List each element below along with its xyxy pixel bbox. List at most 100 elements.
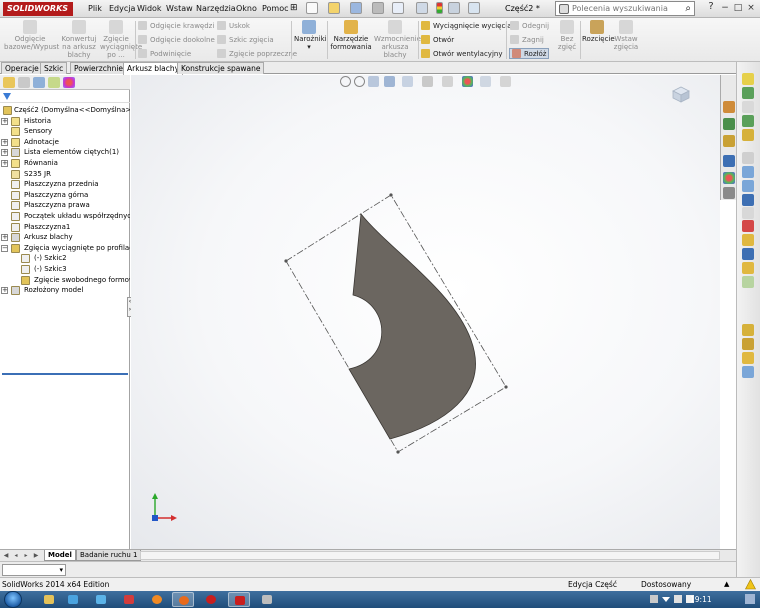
tree-item[interactable]: Płaszczyzna1 — [0, 222, 130, 233]
jog-button[interactable]: Uskok — [217, 21, 250, 30]
flattened-sheet-metal-part[interactable] — [348, 212, 476, 440]
hole-button[interactable]: Otwór — [421, 35, 454, 44]
select-icon[interactable] — [416, 2, 428, 14]
smart-dimension-icon[interactable] — [742, 194, 754, 206]
tree-item[interactable]: S235 JR — [0, 169, 130, 180]
tree-item[interactable]: (-) Szkic3 — [0, 264, 130, 275]
taskbar-firefox[interactable] — [172, 592, 194, 607]
taskbar-explorer[interactable] — [38, 592, 60, 607]
tree-item[interactable]: − Zgięcia wyciągnięte po profilach1 — [0, 243, 130, 254]
vent-button[interactable]: Otwór wentylacyjny — [421, 49, 502, 58]
hem-button[interactable]: Podwinięcie — [138, 49, 191, 58]
taskbar-app3[interactable] — [90, 592, 112, 607]
status-units[interactable]: Dostosowany — [641, 578, 691, 591]
maximize-button[interactable]: □ — [731, 2, 745, 15]
tab-model[interactable]: Model — [44, 550, 76, 561]
layers-icon[interactable] — [742, 262, 754, 274]
tree-item[interactable]: Płaszczyzna przednia — [0, 179, 130, 190]
search-icon[interactable]: ⌕ — [685, 3, 691, 14]
taskbar-app5[interactable] — [146, 592, 168, 607]
tree-item[interactable]: + Równania — [0, 158, 130, 169]
rip-button[interactable]: Rozcięcie — [582, 20, 615, 43]
tray-app-icon[interactable] — [650, 595, 658, 603]
appearances-icon[interactable] — [723, 172, 735, 184]
options-icon[interactable] — [468, 2, 480, 14]
rollback-bar[interactable] — [2, 373, 128, 375]
property-manager-tab-icon[interactable] — [18, 77, 30, 88]
help-icon[interactable]: ? — [704, 1, 718, 14]
tree-root-part[interactable]: Część2 (Domyślna<<Domyślna>_Sta — [0, 105, 130, 116]
tree-expander-icon[interactable]: + — [1, 160, 8, 167]
last-tab-arrow-icon[interactable]: ▶ — [32, 551, 40, 560]
design-library-icon[interactable] — [723, 118, 735, 130]
rebuild-warning-icon[interactable] — [745, 579, 756, 590]
solidworks-logo[interactable]: SOLIDWORKS — [3, 2, 74, 16]
tree-item[interactable]: Sensory — [0, 126, 130, 137]
tree-expander-icon[interactable]: + — [1, 138, 8, 146]
sketched-bend-button[interactable]: Szkic zgięcia — [217, 35, 274, 44]
centerline-icon[interactable] — [742, 115, 754, 127]
menu-widok[interactable]: Widok — [137, 4, 162, 13]
network-tray-icon[interactable] — [674, 595, 682, 603]
search-scope-icon[interactable] — [559, 4, 569, 14]
view-palette-icon[interactable] — [723, 155, 735, 167]
folder-icon[interactable] — [742, 338, 754, 350]
configuration-manager-tab-icon[interactable] — [33, 77, 45, 88]
save-icon[interactable] — [350, 2, 362, 14]
taskbar-network[interactable] — [62, 592, 84, 607]
extruded-cut-button[interactable]: Wyciągnięcie wycięcia — [421, 21, 512, 30]
check-icon[interactable] — [742, 234, 754, 246]
tray-expand-icon[interactable] — [662, 597, 670, 602]
note-icon[interactable] — [742, 352, 754, 364]
menu-plik[interactable]: Plik — [88, 4, 102, 13]
display-manager-tab-icon[interactable] — [63, 77, 75, 88]
no-bends-button[interactable]: Bez zgięć — [556, 20, 578, 51]
tree-item[interactable]: + Lista elementów ciętych(1) — [0, 147, 130, 158]
print-icon[interactable] — [372, 2, 384, 14]
move-icon[interactable] — [742, 276, 754, 288]
search-box[interactable]: ⌕ — [555, 1, 695, 16]
fold-button[interactable]: Zagnij — [510, 35, 544, 44]
taskbar-app4[interactable] — [118, 592, 140, 607]
taskbar-app9[interactable] — [256, 592, 278, 607]
relations-icon[interactable] — [742, 207, 754, 219]
lofted-bend-button[interactable]: Zgięcie wyciągnięte po ... — [100, 20, 142, 59]
tree-expander-icon[interactable]: + — [1, 287, 8, 295]
tab-motion-study[interactable]: Badanie ruchu 1 — [76, 550, 142, 561]
tab-powierzchnie[interactable]: Powierzchnie — [70, 62, 128, 74]
tree-expander-icon[interactable]: + — [1, 149, 8, 157]
tree-expander-icon[interactable]: + — [1, 234, 8, 242]
menu-pin-icon[interactable]: ⊞ — [290, 3, 298, 13]
menu-wstaw[interactable]: Wstaw — [166, 4, 193, 13]
dimension-icon[interactable] — [742, 180, 754, 192]
next-tab-arrow-icon[interactable]: ▸ — [22, 551, 30, 560]
text-icon[interactable] — [742, 152, 754, 164]
base-flange-button[interactable]: Odgięcie bazowe/Wypust — [4, 20, 59, 51]
table-icon[interactable] — [742, 166, 754, 178]
palette-icon[interactable] — [742, 324, 754, 336]
menu-okno[interactable]: Okno — [236, 4, 257, 13]
tree-item[interactable]: + Rozłożony model — [0, 285, 130, 296]
units-arrow-icon[interactable]: ▲ — [724, 578, 729, 591]
open-icon[interactable] — [328, 2, 340, 14]
show-desktop-icon[interactable] — [745, 594, 755, 604]
tree-item[interactable]: (-) Szkic2 — [0, 253, 130, 264]
tree-item[interactable]: + Historia — [0, 116, 130, 127]
stop-icon[interactable] — [742, 220, 754, 232]
rectangle-icon[interactable] — [742, 101, 754, 113]
tree-item[interactable]: Początek układu współrzędnych — [0, 211, 130, 222]
file-explorer-icon[interactable] — [723, 135, 735, 147]
part-view[interactable] — [131, 75, 720, 549]
flatten-button[interactable]: Rozłóż — [509, 48, 550, 59]
corners-button[interactable]: Narożniki ▾ — [294, 20, 327, 51]
tree-item[interactable]: Płaszczyzna prawa — [0, 200, 130, 211]
unfold-button[interactable]: Odegnij — [510, 21, 549, 30]
custom-properties-icon[interactable] — [723, 187, 735, 199]
miter-flange-button[interactable]: Odgięcie dookolne — [138, 35, 215, 44]
forming-tool-button[interactable]: Narzędzie formowania — [330, 20, 372, 51]
chevron-down-icon[interactable]: ▾ — [294, 43, 324, 51]
tree-expander-icon[interactable]: − — [1, 244, 8, 252]
file-properties-icon[interactable] — [448, 2, 460, 14]
rebuild-icon[interactable] — [436, 2, 443, 14]
tree-item[interactable]: Płaszczyzna górna — [0, 190, 130, 201]
